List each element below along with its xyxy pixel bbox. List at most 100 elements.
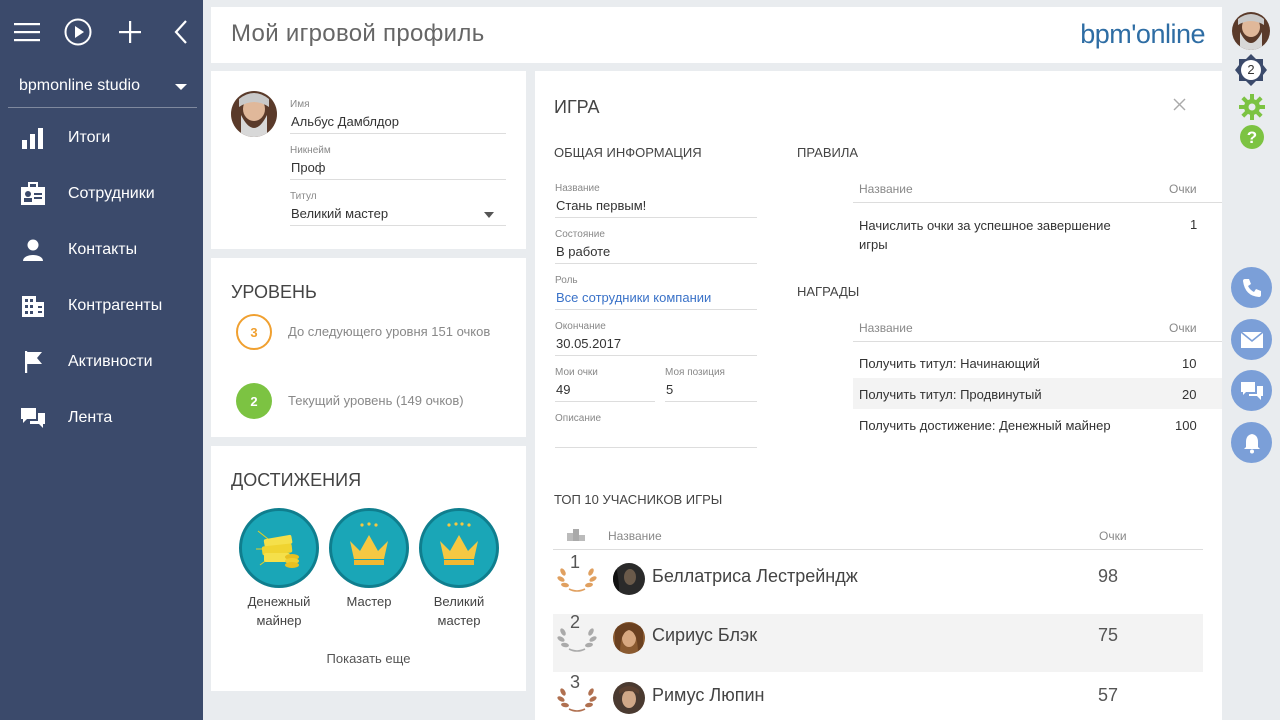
sidebar-toolbar <box>0 0 203 64</box>
workspace-selector[interactable]: bpmonline studio <box>8 64 197 108</box>
notifications-button[interactable] <box>1231 422 1272 463</box>
reward-row-points: 100 <box>1175 418 1197 433</box>
general-info-heading: ОБЩАЯ ИНФОРМАЦИЯ <box>554 145 702 160</box>
top-col-name: Название <box>608 529 662 543</box>
play-icon[interactable] <box>63 17 93 47</box>
rules-divider <box>853 202 1222 203</box>
sidebar-item-activities[interactable]: Активности <box>0 342 203 382</box>
show-more-link[interactable]: Показать еще <box>211 651 526 666</box>
rank-number: 1 <box>569 552 580 572</box>
chevron-down-icon <box>175 84 187 90</box>
sidebar-item-feed[interactable]: Лента <box>0 398 203 438</box>
my-points-label: Мои очки <box>555 367 598 378</box>
nick-label: Никнейм <box>290 145 331 156</box>
participant-name: Римус Люпин <box>652 685 765 705</box>
money-stack-icon <box>256 530 299 568</box>
sidebar-item-label: Контрагенты <box>68 297 163 314</box>
participant-points: 57 <box>1098 685 1119 705</box>
achievement-label: Денежный майнер <box>231 592 327 630</box>
my-position-label: Моя позиция <box>665 367 725 378</box>
reward-row-name[interactable]: Получить титул: Продвинутый <box>859 387 1042 402</box>
reward-row-points: 10 <box>1182 356 1197 371</box>
game-name-field[interactable]: Стань первым! <box>555 196 757 218</box>
rule-points: 1 <box>1190 217 1198 232</box>
chat-button[interactable] <box>1231 370 1272 411</box>
rewards-heading: НАГРАДЫ <box>797 284 860 299</box>
avatar[interactable] <box>231 91 277 137</box>
game-role-label: Роль <box>555 275 578 286</box>
name-field[interactable]: Альбус Дамблдор <box>290 112 506 134</box>
podium-icon <box>567 529 585 541</box>
rank-number: 2 <box>569 612 580 632</box>
next-level-badge: 3 <box>236 314 272 350</box>
description-label: Описание <box>555 413 602 424</box>
sidebar-item-contacts[interactable]: Контакты <box>0 230 203 270</box>
game-heading: ИГРА <box>554 97 600 117</box>
reward-row-name[interactable]: Получить достижение: Денежный майнер <box>859 418 1111 433</box>
achievement-label-line: майнер <box>256 613 302 628</box>
sidebar: bpmonline studio Итоги Сотрудники Контак… <box>0 0 203 720</box>
achievement-master[interactable] <box>329 508 409 588</box>
table-row[interactable]: 3 Римус Люпин 57 <box>553 672 1203 720</box>
gear-icon[interactable] <box>1239 94 1265 120</box>
achievement-label-line: Денежный <box>247 594 311 609</box>
help-icon[interactable]: ? <box>1239 124 1265 150</box>
reward-row-points: 20 <box>1182 387 1197 402</box>
email-button[interactable] <box>1231 319 1272 360</box>
achievement-label-line: мастер <box>437 613 481 628</box>
menu-icon[interactable] <box>12 17 42 47</box>
table-row[interactable]: 2 Сириус Блэк 75 <box>553 612 1203 672</box>
rewards-col-points: Очки <box>1169 321 1197 335</box>
game-state-field[interactable]: В работе <box>555 242 757 264</box>
employee-card-icon <box>21 182 45 205</box>
notifications-count: 2 <box>1247 62 1255 77</box>
achievement-grand-master[interactable] <box>419 508 499 588</box>
current-level-badge: 2 <box>236 383 272 419</box>
rules-col-name: Название <box>859 182 913 196</box>
chat-bubbles-icon <box>1240 381 1263 400</box>
bell-icon <box>1243 433 1260 453</box>
rewards-col-name: Название <box>859 321 913 335</box>
page-header: Мой игровой профиль bpm'online <box>211 7 1222 63</box>
nick-field[interactable]: Проф <box>290 158 506 180</box>
game-role-link[interactable]: Все сотрудники компании <box>555 288 757 310</box>
phone-icon <box>1242 278 1261 297</box>
svg-text:?: ? <box>1247 128 1257 147</box>
reward-row-name[interactable]: Получить титул: Начинающий <box>859 356 1040 371</box>
achievement-money-miner[interactable] <box>239 508 319 588</box>
collapse-chevron-icon[interactable] <box>166 17 196 47</box>
call-button[interactable] <box>1231 267 1272 308</box>
game-end-field[interactable]: 30.05.2017 <box>555 334 757 356</box>
close-icon[interactable] <box>1173 98 1186 111</box>
sidebar-item-results[interactable]: Итоги <box>0 118 203 158</box>
achievements-panel: ДОСТИЖЕНИЯ Денежный майнер Мастер Великий… <box>211 446 526 691</box>
achievements-heading: ДОСТИЖЕНИЯ <box>231 470 362 490</box>
sidebar-item-employees[interactable]: Сотрудники <box>0 174 203 214</box>
description-field[interactable] <box>555 426 757 448</box>
achievement-label-line: Мастер <box>346 594 392 609</box>
my-points-field[interactable]: 49 <box>555 380 655 402</box>
plus-icon[interactable] <box>115 17 145 47</box>
avatar[interactable] <box>1232 12 1270 50</box>
my-position-field[interactable]: 5 <box>665 380 757 402</box>
title-label: Титул <box>290 191 317 202</box>
top-heading: ТОП 10 УЧАСНИКОВ ИГРЫ <box>554 492 723 507</box>
title-select[interactable]: Великий мастер <box>290 204 506 226</box>
sidebar-item-label: Итоги <box>68 129 111 146</box>
sidebar-item-label: Лента <box>68 409 113 426</box>
rank-number: 3 <box>569 672 580 692</box>
table-row[interactable]: 1 Беллатриса Лестрейндж 98 <box>553 550 1203 608</box>
sidebar-item-accounts[interactable]: Контрагенты <box>0 286 203 326</box>
chevron-down-icon[interactable] <box>484 212 494 218</box>
notifications-badge[interactable]: 2 <box>1234 53 1268 87</box>
profile-panel: Имя Альбус Дамблдор Никнейм Проф Титул В… <box>211 71 526 249</box>
table-row[interactable]: Начислить очки за успешное завершение игр… <box>859 216 1149 254</box>
person-icon <box>23 239 43 261</box>
avatar <box>613 682 645 714</box>
next-level-text: До следующего уровня 151 очков <box>288 324 491 339</box>
sidebar-item-label: Сотрудники <box>68 185 155 202</box>
rewards-divider <box>853 341 1222 342</box>
participant-points: 75 <box>1098 625 1119 645</box>
level-panel: УРОВЕНЬ 3 До следующего уровня 151 очков… <box>211 258 526 437</box>
achievement-label-line: Великий <box>433 594 485 609</box>
